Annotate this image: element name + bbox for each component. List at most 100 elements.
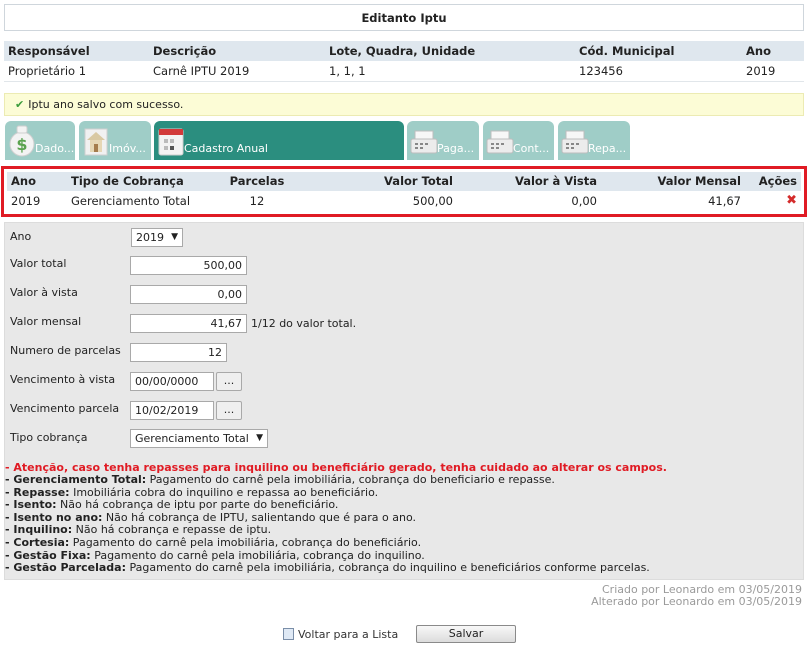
note-term: - Gestão Parcelada: xyxy=(5,561,126,575)
page-frame: Editanto Iptu Responsável Descrição Lote… xyxy=(1,4,807,609)
note-text: Pagamento do carnê pela imobiliária, cob… xyxy=(90,548,425,562)
venc-parcela-date-button[interactable]: ... xyxy=(216,400,242,420)
updated-by-text: Alterado por Leonardo em 03/05/2019 xyxy=(591,595,802,608)
field-label: Numero de parcelas xyxy=(10,343,121,357)
success-message: ✔ Iptu ano salvo com sucesso. xyxy=(4,92,804,116)
check-icon: ✔ xyxy=(15,97,25,111)
column-header: Ano xyxy=(742,41,804,61)
footer-actions: Voltar para a Lista Salvar xyxy=(0,623,809,643)
field-label: Tipo cobrança xyxy=(10,430,88,444)
venc-vista-input[interactable]: 00/00/0000 xyxy=(130,371,214,391)
note-text: Pagamento do carnê pela imobiliária, cob… xyxy=(69,536,422,550)
tab-dados[interactable]: $ Dado... xyxy=(5,120,75,160)
table-cell: 41,67 xyxy=(708,193,741,208)
tab-label: Cont... xyxy=(513,141,550,155)
table-cell: Gerenciamento Total xyxy=(71,193,191,208)
note-text: Imobiliária cobra do inquilino e repassa… xyxy=(69,485,379,499)
num-parcelas-input[interactable]: 12 xyxy=(130,342,227,362)
table-cell: Carnê IPTU 2019 xyxy=(149,61,325,82)
column-header: Valor Mensal xyxy=(601,171,745,191)
tipo-cobranca-select-value: Gerenciamento Total xyxy=(135,431,249,445)
edit-form: Ano 2019 ▼ Valor total 500,00 Valor à vi… xyxy=(4,221,804,580)
table-row[interactable]: 2019 Gerenciamento Total 12 500,00 0,00 … xyxy=(7,191,801,211)
tab-label: Dado... xyxy=(35,141,75,155)
tab-repasses[interactable]: Repa... xyxy=(558,120,630,160)
column-header: Descrição xyxy=(149,41,325,61)
calendar-icon xyxy=(158,128,184,155)
table-cell: 12 xyxy=(249,193,265,208)
venc-vista-date-button[interactable]: ... xyxy=(216,371,242,391)
field-label: Vencimento à vista xyxy=(10,372,116,386)
field-label: Valor à vista xyxy=(10,285,78,299)
save-button[interactable]: Salvar xyxy=(416,625,516,643)
note-text: Não há cobrança de IPTU, salientando que… xyxy=(102,510,416,524)
table-cell: 2019 xyxy=(11,193,41,208)
venc-parcela-input[interactable]: 10/02/2019 xyxy=(130,400,214,420)
chevron-down-icon: ▼ xyxy=(171,231,178,242)
table-cell: 123456 xyxy=(575,61,742,82)
field-label: Valor total xyxy=(10,256,67,270)
table-cell: Proprietário 1 xyxy=(4,61,149,82)
column-header: Lote, Quadra, Unidade xyxy=(325,41,575,61)
note-item: - Gestão Parcelada: Pagamento do carnê p… xyxy=(5,561,800,575)
table-row: Proprietário 1 Carnê IPTU 2019 1, 1, 1 1… xyxy=(4,61,804,82)
success-message-text: Iptu ano salvo com sucesso. xyxy=(28,97,184,111)
list-icon xyxy=(283,628,294,640)
valor-mensal-input[interactable]: 41,67 xyxy=(130,313,247,333)
tab-imovel[interactable]: Imóv... xyxy=(79,120,151,160)
back-to-list-link[interactable]: Voltar para a Lista xyxy=(283,628,398,641)
cash-register-icon xyxy=(486,130,514,153)
table-cell: ✖ xyxy=(745,191,801,211)
audit-info: Criado por Leonardo em 03/05/2019 Altera… xyxy=(4,583,804,609)
field-label: Vencimento parcela xyxy=(10,401,120,415)
table-cell: 0,00 xyxy=(571,193,597,208)
note-term: - Cortesia: xyxy=(5,536,70,550)
delete-icon[interactable]: ✖ xyxy=(786,193,797,208)
cash-register-icon xyxy=(410,130,438,153)
column-header: Parcelas xyxy=(217,171,297,191)
tab-label: Imóv... xyxy=(109,141,146,155)
note-term: - Gerenciamento Total: xyxy=(5,473,147,487)
note-text: Não há cobrança de iptu por parte do ben… xyxy=(56,498,339,512)
tab-pagamentos[interactable]: Paga... xyxy=(407,120,479,160)
chevron-down-icon: ▼ xyxy=(256,432,263,443)
column-header: Ações xyxy=(745,171,801,191)
cadastro-anual-table-highlight: Ano Tipo de Cobrança Parcelas Valor Tota… xyxy=(1,165,807,217)
tab-contas[interactable]: Cont... xyxy=(483,120,554,160)
table-cell: 500,00 xyxy=(412,193,453,208)
column-header: Cód. Municipal xyxy=(575,41,742,61)
tab-bar: $ Dado... Imóv... Cadastro Anual Paga...… xyxy=(4,120,804,161)
ano-select-value: 2019 xyxy=(136,230,164,244)
note-text: Não há cobrança e repasse de iptu. xyxy=(72,523,272,537)
tab-label: Cadastro Anual xyxy=(184,141,268,155)
money-bag-icon: $ xyxy=(9,125,35,156)
ano-select[interactable]: 2019 ▼ xyxy=(131,227,183,247)
valor-total-input[interactable]: 500,00 xyxy=(130,255,247,275)
page-title: Editanto Iptu xyxy=(4,4,804,31)
column-header: Valor à Vista xyxy=(457,171,601,191)
note-term: - Isento: xyxy=(5,498,57,512)
svg-text:$: $ xyxy=(16,135,27,154)
hint-text: 1/12 do valor total. xyxy=(251,316,357,330)
note-term: - Inquilino: xyxy=(5,523,73,537)
tab-label: Paga... xyxy=(437,141,475,155)
note-term: - Repasse: xyxy=(5,485,70,499)
column-header: Valor Total xyxy=(297,171,457,191)
tab-cadastro-anual[interactable]: Cadastro Anual xyxy=(154,120,404,160)
note-text: Pagamento do carnê pela imobiliária, cob… xyxy=(146,473,555,487)
note-text: Pagamento do carnê pela imobiliária, cob… xyxy=(125,561,650,575)
table-cell: 2019 xyxy=(742,61,804,82)
table-cell: 1, 1, 1 xyxy=(325,61,575,82)
column-header: Ano xyxy=(7,171,67,191)
field-label: Ano xyxy=(10,229,32,243)
column-header: Tipo de Cobrança xyxy=(67,171,217,191)
tab-label: Repa... xyxy=(588,141,627,155)
column-header: Responsável xyxy=(4,41,149,61)
back-link-label: Voltar para a Lista xyxy=(298,628,399,641)
tipo-cobranca-select[interactable]: Gerenciamento Total ▼ xyxy=(130,428,268,448)
field-label: Valor mensal xyxy=(10,314,82,328)
cadastro-anual-table: Ano Tipo de Cobrança Parcelas Valor Tota… xyxy=(7,171,801,211)
note-term: - Isento no ano: xyxy=(5,510,103,524)
house-icon xyxy=(84,128,108,155)
valor-vista-input[interactable]: 0,00 xyxy=(130,284,247,304)
